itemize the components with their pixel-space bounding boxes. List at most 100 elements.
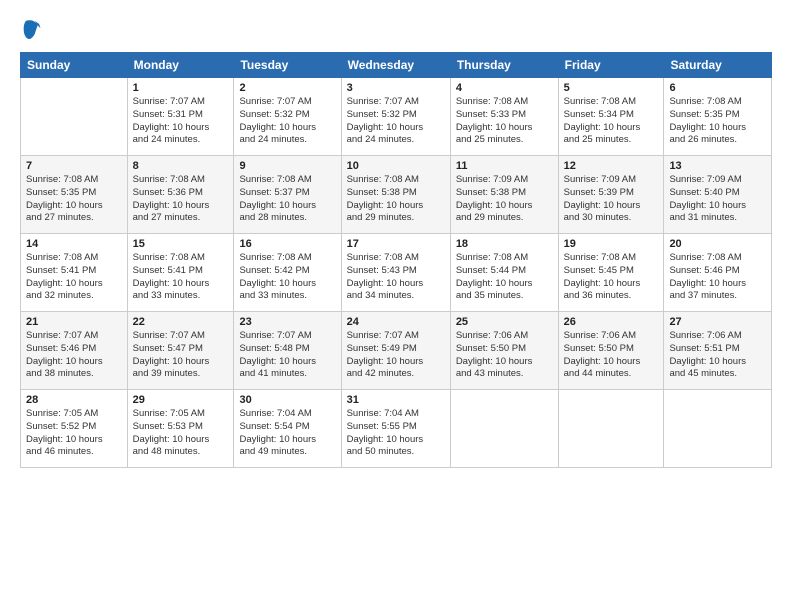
day-cell: 22 Sunrise: 7:07 AMSunset: 5:47 PMDayligh…: [127, 312, 234, 390]
day-info: Sunrise: 7:04 AMSunset: 5:55 PMDaylight:…: [347, 408, 445, 459]
day-cell: 24 Sunrise: 7:07 AMSunset: 5:49 PMDayligh…: [341, 312, 450, 390]
day-info: Sunrise: 7:08 AMSunset: 5:42 PMDaylight:…: [239, 252, 335, 303]
day-info: Sunrise: 7:07 AMSunset: 5:31 PMDaylight:…: [133, 96, 229, 147]
day-info: Sunrise: 7:08 AMSunset: 5:38 PMDaylight:…: [347, 174, 445, 225]
day-info: Sunrise: 7:07 AMSunset: 5:32 PMDaylight:…: [239, 96, 335, 147]
day-cell: 7 Sunrise: 7:08 AMSunset: 5:35 PMDaylight…: [21, 156, 128, 234]
day-cell: 17 Sunrise: 7:08 AMSunset: 5:43 PMDayligh…: [341, 234, 450, 312]
day-number: 9: [239, 160, 335, 172]
day-cell: 12 Sunrise: 7:09 AMSunset: 5:39 PMDayligh…: [558, 156, 664, 234]
logo-icon: [20, 18, 42, 40]
day-info: Sunrise: 7:05 AMSunset: 5:52 PMDaylight:…: [26, 408, 122, 459]
day-info: Sunrise: 7:08 AMSunset: 5:33 PMDaylight:…: [456, 96, 553, 147]
day-info: Sunrise: 7:08 AMSunset: 5:35 PMDaylight:…: [669, 96, 766, 147]
day-number: 3: [347, 82, 445, 94]
day-cell: 1 Sunrise: 7:07 AMSunset: 5:31 PMDaylight…: [127, 78, 234, 156]
day-cell: 3 Sunrise: 7:07 AMSunset: 5:32 PMDaylight…: [341, 78, 450, 156]
day-info: Sunrise: 7:05 AMSunset: 5:53 PMDaylight:…: [133, 408, 229, 459]
col-header-tuesday: Tuesday: [234, 53, 341, 78]
day-info: Sunrise: 7:06 AMSunset: 5:50 PMDaylight:…: [564, 330, 659, 381]
day-cell: 29 Sunrise: 7:05 AMSunset: 5:53 PMDayligh…: [127, 390, 234, 468]
week-row-2: 7 Sunrise: 7:08 AMSunset: 5:35 PMDaylight…: [21, 156, 772, 234]
day-cell: 5 Sunrise: 7:08 AMSunset: 5:34 PMDaylight…: [558, 78, 664, 156]
day-cell: 19Sunrise: 7:08 AMSunset: 5:45 PMDayligh…: [558, 234, 664, 312]
day-number: 27: [669, 316, 766, 328]
day-number: 10: [347, 160, 445, 172]
day-info: Sunrise: 7:08 AMSunset: 5:34 PMDaylight:…: [564, 96, 659, 147]
day-cell: 8 Sunrise: 7:08 AMSunset: 5:36 PMDaylight…: [127, 156, 234, 234]
day-number: 4: [456, 82, 553, 94]
day-number: 15: [133, 238, 229, 250]
logo: [20, 18, 46, 40]
day-cell: 14Sunrise: 7:08 AMSunset: 5:41 PMDayligh…: [21, 234, 128, 312]
day-cell: [21, 78, 128, 156]
day-cell: 28 Sunrise: 7:05 AMSunset: 5:52 PMDayligh…: [21, 390, 128, 468]
day-number: 12: [564, 160, 659, 172]
day-info: Sunrise: 7:08 AMSunset: 5:43 PMDaylight:…: [347, 252, 445, 303]
day-cell: 2 Sunrise: 7:07 AMSunset: 5:32 PMDaylight…: [234, 78, 341, 156]
day-number: 8: [133, 160, 229, 172]
day-number: 19: [564, 238, 659, 250]
day-cell: 26 Sunrise: 7:06 AMSunset: 5:50 PMDayligh…: [558, 312, 664, 390]
day-number: 7: [26, 160, 122, 172]
day-info: Sunrise: 7:09 AMSunset: 5:40 PMDaylight:…: [669, 174, 766, 225]
day-cell: 31Sunrise: 7:04 AMSunset: 5:55 PMDayligh…: [341, 390, 450, 468]
day-cell: 18Sunrise: 7:08 AMSunset: 5:44 PMDayligh…: [450, 234, 558, 312]
day-cell: [558, 390, 664, 468]
day-cell: 20Sunrise: 7:08 AMSunset: 5:46 PMDayligh…: [664, 234, 772, 312]
day-info: Sunrise: 7:08 AMSunset: 5:35 PMDaylight:…: [26, 174, 122, 225]
day-cell: 13Sunrise: 7:09 AMSunset: 5:40 PMDayligh…: [664, 156, 772, 234]
day-number: 29: [133, 394, 229, 406]
day-cell: 15 Sunrise: 7:08 AMSunset: 5:41 PMDayligh…: [127, 234, 234, 312]
week-row-3: 14 Sunrise: 7:08 AMSunset: 5:41 PMDayligh…: [21, 234, 772, 312]
day-cell: 10 Sunrise: 7:08 AMSunset: 5:38 PMDayligh…: [341, 156, 450, 234]
day-number: 14: [26, 238, 122, 250]
header: [20, 18, 772, 40]
week-row-5: 28 Sunrise: 7:05 AMSunset: 5:52 PMDayligh…: [21, 390, 772, 468]
day-cell: 6Sunrise: 7:08 AMSunset: 5:35 PMDaylight…: [664, 78, 772, 156]
day-info: Sunrise: 7:07 AMSunset: 5:48 PMDaylight:…: [239, 330, 335, 381]
day-cell: [450, 390, 558, 468]
day-number: 2: [239, 82, 335, 94]
day-cell: 9Sunrise: 7:08 AMSunset: 5:37 PMDaylight…: [234, 156, 341, 234]
day-number: 24: [347, 316, 445, 328]
day-number: 22: [133, 316, 229, 328]
day-number: 23: [239, 316, 335, 328]
col-header-wednesday: Wednesday: [341, 53, 450, 78]
page: SundayMondayTuesdayWednesdayThursdayFrid…: [0, 0, 792, 478]
week-row-1: 1 Sunrise: 7:07 AMSunset: 5:31 PMDaylight…: [21, 78, 772, 156]
day-info: Sunrise: 7:08 AMSunset: 5:44 PMDaylight:…: [456, 252, 553, 303]
day-number: 5: [564, 82, 659, 94]
day-info: Sunrise: 7:09 AMSunset: 5:38 PMDaylight:…: [456, 174, 553, 225]
day-number: 28: [26, 394, 122, 406]
day-cell: 11 Sunrise: 7:09 AMSunset: 5:38 PMDayligh…: [450, 156, 558, 234]
col-header-friday: Friday: [558, 53, 664, 78]
day-cell: 16 Sunrise: 7:08 AMSunset: 5:42 PMDayligh…: [234, 234, 341, 312]
day-number: 21: [26, 316, 122, 328]
day-number: 26: [564, 316, 659, 328]
day-number: 25: [456, 316, 553, 328]
day-info: Sunrise: 7:08 AMSunset: 5:41 PMDaylight:…: [133, 252, 229, 303]
day-cell: [664, 390, 772, 468]
day-info: Sunrise: 7:09 AMSunset: 5:39 PMDaylight:…: [564, 174, 659, 225]
calendar-table: SundayMondayTuesdayWednesdayThursdayFrid…: [20, 52, 772, 468]
day-number: 11: [456, 160, 553, 172]
col-header-saturday: Saturday: [664, 53, 772, 78]
header-row: SundayMondayTuesdayWednesdayThursdayFrid…: [21, 53, 772, 78]
day-info: Sunrise: 7:07 AMSunset: 5:47 PMDaylight:…: [133, 330, 229, 381]
day-number: 1: [133, 82, 229, 94]
day-info: Sunrise: 7:07 AMSunset: 5:49 PMDaylight:…: [347, 330, 445, 381]
day-info: Sunrise: 7:07 AMSunset: 5:32 PMDaylight:…: [347, 96, 445, 147]
day-number: 30: [239, 394, 335, 406]
day-info: Sunrise: 7:06 AMSunset: 5:50 PMDaylight:…: [456, 330, 553, 381]
day-number: 20: [669, 238, 766, 250]
day-cell: 21Sunrise: 7:07 AMSunset: 5:46 PMDayligh…: [21, 312, 128, 390]
day-cell: 25 Sunrise: 7:06 AMSunset: 5:50 PMDayligh…: [450, 312, 558, 390]
day-info: Sunrise: 7:08 AMSunset: 5:36 PMDaylight:…: [133, 174, 229, 225]
day-cell: 30 Sunrise: 7:04 AMSunset: 5:54 PMDayligh…: [234, 390, 341, 468]
day-cell: 23 Sunrise: 7:07 AMSunset: 5:48 PMDayligh…: [234, 312, 341, 390]
day-info: Sunrise: 7:04 AMSunset: 5:54 PMDaylight:…: [239, 408, 335, 459]
day-info: Sunrise: 7:06 AMSunset: 5:51 PMDaylight:…: [669, 330, 766, 381]
day-number: 16: [239, 238, 335, 250]
day-number: 17: [347, 238, 445, 250]
